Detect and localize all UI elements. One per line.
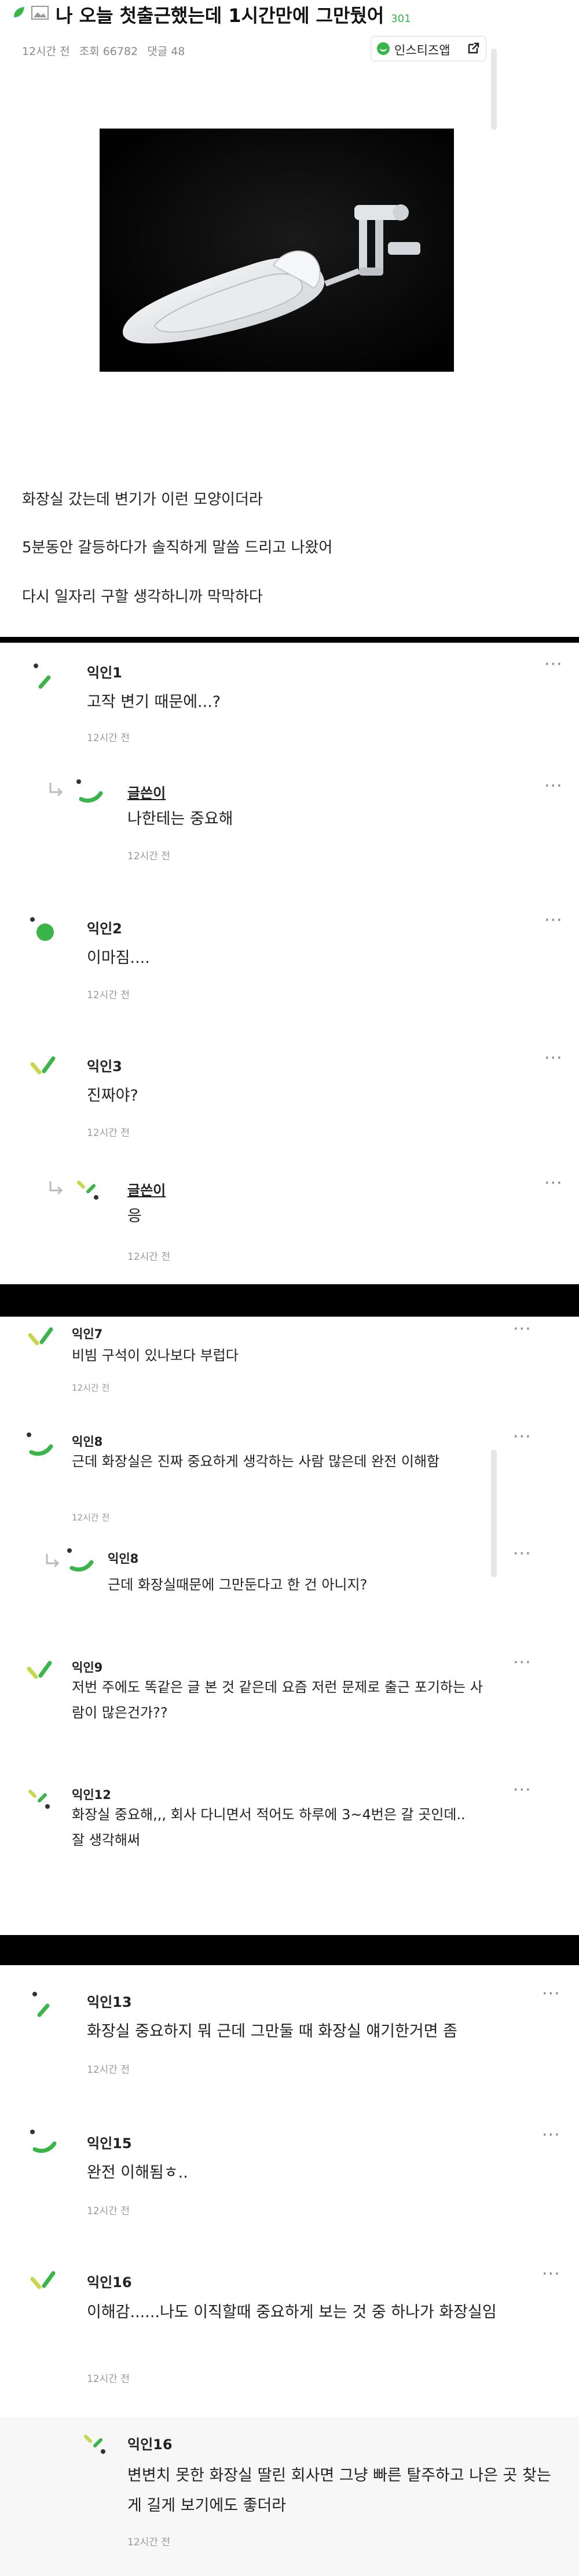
comment-author: 글쓴이 xyxy=(127,1182,166,1199)
comments-panel-1: 익인1 ··· 고작 변기 때문에...? 12시간 전 글쓴이 ··· 나한테… xyxy=(0,643,579,1284)
comment-author: 익인15 xyxy=(87,2135,132,2152)
comment-text: 근데 화장실은 진짜 중요하게 생각하는 사람 많은데 완전 이해함 xyxy=(72,1453,440,1470)
comment-author: 글쓴이 xyxy=(127,785,166,801)
green-dots-icon xyxy=(28,1790,50,1809)
comment-author: 익인8 xyxy=(72,1435,103,1449)
more-icon[interactable]: ··· xyxy=(544,654,563,675)
comment-text: 근데 화장실때문에 그만둔다고 한 건 아니지? xyxy=(108,1577,368,1593)
comment-text: 저번 주에도 똑같은 글 본 것 같은데 요즘 저런 문제로 출근 포기하는 사… xyxy=(72,1679,483,1721)
comment-author: 익인16 xyxy=(127,2436,173,2453)
scrollbar[interactable] xyxy=(491,49,497,130)
leaf-icon xyxy=(14,7,24,17)
post-title-text: 나 오늘 첫출근했는데 1시간만에 그만뒀어 xyxy=(56,5,384,27)
green-dash-icon xyxy=(32,1992,50,2017)
comment-author: 익인9 xyxy=(72,1661,103,1674)
post-meta: 12시간 전 조회 66782 댓글 48 xyxy=(22,43,190,58)
green-dots-icon xyxy=(77,1181,98,1200)
green-arc-icon xyxy=(76,779,103,803)
scrollbar[interactable] xyxy=(491,1450,497,1577)
post-comment-total: 댓글 48 xyxy=(147,45,185,58)
green-arc-icon xyxy=(67,1548,94,1572)
more-icon[interactable]: ··· xyxy=(513,1780,532,1800)
post-panel: 나 오늘 첫출근했는데 1시간만에 그만뒀어 301 12시간 전 조회 6678… xyxy=(0,0,579,637)
comment-time: 12시간 전 xyxy=(87,2205,130,2217)
comment-text: 화장실 중요해,,, 회사 다니면서 적어도 하루에 3~4번은 갈 곳인데..… xyxy=(72,1807,466,1848)
more-icon[interactable]: ··· xyxy=(513,1652,532,1673)
green-circle-icon xyxy=(30,917,54,941)
more-icon[interactable]: ··· xyxy=(513,1427,532,1447)
comment-text: 화장실 중요하지 뭐 근데 그만둘 때 화장실 얘기한거면 좀 xyxy=(87,2022,457,2040)
comment-time: 12시간 전 xyxy=(127,1251,170,1263)
post-body-line-1: 화장실 갔는데 변기가 이런 모양이더라 xyxy=(22,491,263,508)
post-title: 나 오늘 첫출근했는데 1시간만에 그만뒀어 301 xyxy=(56,1,411,28)
post-time: 12시간 전 xyxy=(22,45,70,58)
post-body-line-2: 5분동안 갈등하다가 솔직하게 말씀 드리고 나왔어 xyxy=(22,539,333,556)
comment-count-badge[interactable]: 301 xyxy=(391,13,411,25)
green-check-icon xyxy=(28,1327,53,1346)
comment-author: 익인16 xyxy=(87,2274,132,2291)
comment-author: 익인12 xyxy=(72,1788,111,1802)
comment-text: 완전 이해됨ㅎ.. xyxy=(87,2164,188,2182)
green-dots-icon xyxy=(84,2435,105,2454)
more-icon[interactable]: ··· xyxy=(544,776,563,796)
reply-arrow-icon xyxy=(49,783,63,797)
comment-text: 나한테는 중요해 xyxy=(127,810,233,828)
more-icon[interactable]: ··· xyxy=(544,910,563,930)
green-check-icon xyxy=(30,2271,56,2289)
reply-arrow-icon xyxy=(49,1181,63,1195)
comment-time: 12시간 전 xyxy=(72,1512,110,1523)
image-attachment-icon xyxy=(31,6,49,20)
more-icon[interactable]: ··· xyxy=(544,1048,563,1068)
comment-time: 12시간 전 xyxy=(87,1127,130,1139)
comment-text: 이마짐.... xyxy=(87,949,150,967)
post-body-line-3: 다시 일자리 구할 생각하니까 막막하다 xyxy=(22,588,263,606)
smile-icon xyxy=(377,42,390,55)
instiz-app-label: 인스티즈앱 xyxy=(394,43,450,57)
comment-author: 익인13 xyxy=(87,1994,132,2010)
more-icon[interactable]: ··· xyxy=(542,2125,560,2145)
comment-author: 익인7 xyxy=(72,1327,103,1341)
external-link-icon xyxy=(468,42,479,54)
comment-author: 익인3 xyxy=(87,1058,122,1075)
post-views: 조회 66782 xyxy=(79,45,138,58)
comment-author: 익인1 xyxy=(87,665,122,681)
toilet-photo xyxy=(100,129,454,372)
screenshot-separator xyxy=(0,1935,579,1965)
more-icon[interactable]: ··· xyxy=(513,1319,532,1339)
comments-panel-3: 익인13 ··· 화장실 중요하지 뭐 근데 그만둘 때 화장실 얘기한거면 좀… xyxy=(0,1965,579,2576)
instiz-app-button[interactable]: 인스티즈앱 xyxy=(371,36,486,61)
green-check-icon xyxy=(30,1056,56,1075)
comment-text: 비빔 구석이 있나보다 부럽다 xyxy=(72,1347,239,1364)
more-icon[interactable]: ··· xyxy=(542,1984,560,2004)
green-arc-icon xyxy=(27,1432,53,1456)
comment-time: 12시간 전 xyxy=(72,1383,110,1393)
green-arc-icon xyxy=(30,2130,57,2153)
comment-time: 12시간 전 xyxy=(87,2064,130,2076)
comment-text: 고작 변기 때문에...? xyxy=(87,693,221,711)
comment-time: 12시간 전 xyxy=(127,2537,170,2548)
comment-time: 12시간 전 xyxy=(87,2373,130,2385)
comment-author: 익인8 xyxy=(108,1552,139,1566)
more-icon[interactable]: ··· xyxy=(513,1544,532,1564)
comment-text: 진짜야? xyxy=(87,1087,138,1105)
screenshot-separator xyxy=(0,1284,579,1317)
green-check-icon xyxy=(27,1661,52,1679)
more-icon[interactable]: ··· xyxy=(542,2264,560,2284)
comment-text: 이해감......나도 이직할때 중요하게 보는 것 중 하나가 화장실임 xyxy=(87,2303,497,2321)
green-dash-icon xyxy=(34,664,51,689)
comment-text: 변변치 못한 화장실 딸린 회사면 그냥 빠른 탈주하고 나은 곳 찾는게 길게… xyxy=(127,2467,551,2515)
comment-time: 12시간 전 xyxy=(87,732,130,744)
screenshot-separator xyxy=(0,637,579,643)
reply-arrow-icon xyxy=(46,1554,60,1568)
comment-text: 응 xyxy=(127,1207,142,1225)
comment-time: 12시간 전 xyxy=(87,990,130,1001)
comment-author: 익인2 xyxy=(87,921,122,937)
comments-panel-2: 익인7 ··· 비빔 구석이 있나보다 부럽다 12시간 전 익인8 ··· 근… xyxy=(0,1317,579,1935)
more-icon[interactable]: ··· xyxy=(544,1173,563,1193)
comment-time: 12시간 전 xyxy=(127,851,170,862)
